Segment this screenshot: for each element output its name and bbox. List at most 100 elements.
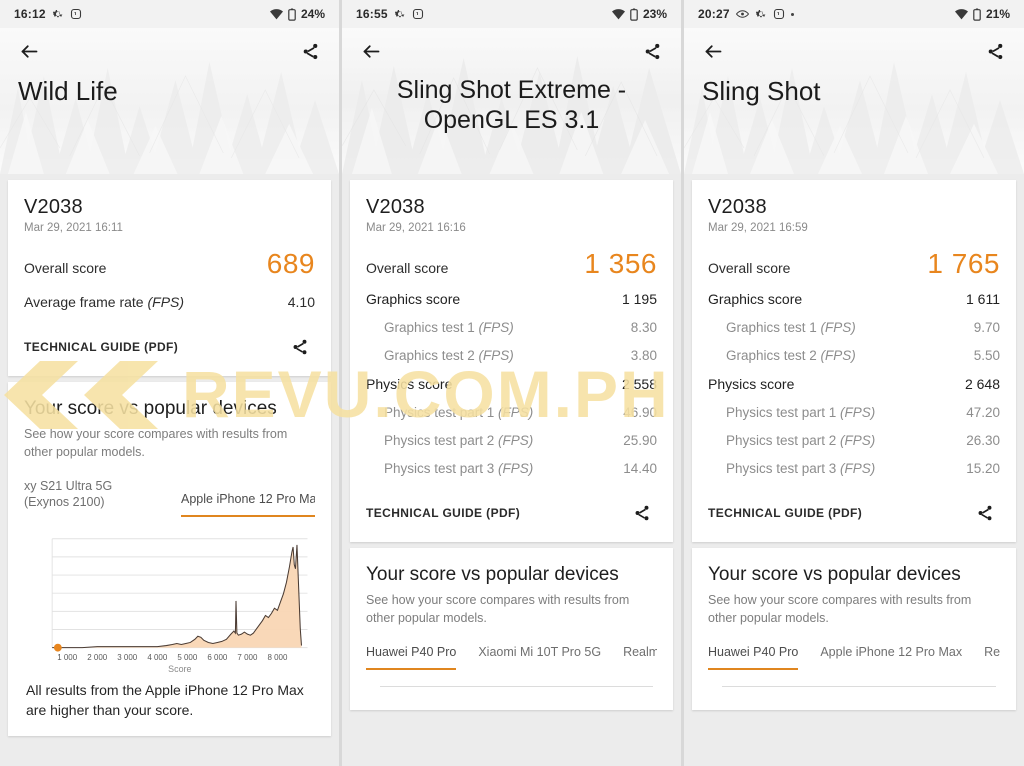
device-tab-realme[interactable]: Realme xyxy=(623,645,657,670)
device-name: V2038 xyxy=(24,196,83,218)
score-row-overall: Overall score 689 xyxy=(24,250,315,278)
share-icon[interactable] xyxy=(627,498,657,528)
score-value: 4.10 xyxy=(287,294,315,310)
device-tab-huawei[interactable]: Huawei P40 Pro xyxy=(366,645,457,670)
device-name: V2038 xyxy=(708,196,767,218)
status-bar: 16:55 23% xyxy=(342,0,681,28)
device-tabs: xy S21 Ultra 5G (Exynos 2100) Apple iPho… xyxy=(24,479,315,517)
battery-level: 23% xyxy=(642,7,667,21)
compare-subtitle: See how your score compares with results… xyxy=(366,593,630,626)
device-tab-iphone[interactable]: Apple iPhone 12 Pro Max xyxy=(181,492,315,517)
score-value: 9.70 xyxy=(973,320,1000,335)
score-value: 8.30 xyxy=(630,320,657,335)
score-row-physics-part-3: Physics test part 3 (FPS) 15.20 xyxy=(708,461,1000,476)
score-row-fps: Average frame rate (FPS) 4.10 xyxy=(24,294,315,310)
score-value: 5.50 xyxy=(973,348,1000,363)
back-arrow-icon[interactable] xyxy=(698,36,728,66)
gear-icon xyxy=(755,8,767,20)
battery-icon xyxy=(630,8,638,21)
score-row-overall: Overall score 1 356 xyxy=(366,250,657,278)
compare-subtitle: See how your score compares with results… xyxy=(24,427,288,460)
score-label: Graphics test 2 (FPS) xyxy=(384,348,514,363)
score-row-physics-part-1: Physics test part 1 (FPS) 47.20 xyxy=(708,405,1000,420)
svg-text:5 000: 5 000 xyxy=(177,652,198,661)
score-value: 46.90 xyxy=(623,405,657,420)
score-row-physics-part-3: Physics test part 3 (FPS) 14.40 xyxy=(366,461,657,476)
device-tabs: Huawei P40 Pro Apple iPhone 12 Pro Max R… xyxy=(708,645,1000,670)
result-timestamp: Mar 29, 2021 16:11 xyxy=(24,222,123,234)
svg-text:4 000: 4 000 xyxy=(147,652,168,661)
hero-header: Sling Shot xyxy=(684,28,1024,174)
device-tab-iphone[interactable]: Apple iPhone 12 Pro Max xyxy=(820,645,962,670)
score-value: 1 356 xyxy=(584,248,657,279)
technical-guide-link[interactable]: TECHNICAL GUIDE (PDF) xyxy=(366,506,520,520)
score-label: Physics test part 1 (FPS) xyxy=(726,405,876,420)
compare-title: Your score vs popular devices xyxy=(24,398,277,419)
share-icon[interactable] xyxy=(970,498,1000,528)
score-distribution-chart-partial xyxy=(722,685,996,700)
score-value: 14.40 xyxy=(623,461,657,476)
result-card: V2038 Mar 29, 2021 16:59 Overall score 1… xyxy=(692,180,1016,542)
score-value: 15.20 xyxy=(966,461,1000,476)
hero-header: Sling Shot Extreme - OpenGL ES 3.1 xyxy=(342,28,681,174)
result-card: V2038 Mar 29, 2021 16:11 Overall score 6… xyxy=(8,180,331,376)
score-label: Physics test part 2 (FPS) xyxy=(726,433,876,448)
result-timestamp: Mar 29, 2021 16:16 xyxy=(366,222,466,234)
score-value: 26.30 xyxy=(966,433,1000,448)
technical-guide-link[interactable]: TECHNICAL GUIDE (PDF) xyxy=(24,340,178,354)
dot-icon xyxy=(790,12,794,16)
three-panel-screenshot: 16:12 24% Wild Life V2038 Mar 29, 2021 1… xyxy=(0,0,1024,766)
device-tab-samsung[interactable]: xy S21 Ultra 5G (Exynos 2100) xyxy=(24,479,159,516)
compare-title: Your score vs popular devices xyxy=(366,564,619,585)
technical-guide-link[interactable]: TECHNICAL GUIDE (PDF) xyxy=(708,506,862,520)
share-icon[interactable] xyxy=(295,36,325,66)
score-row-graphics: Graphics score 1 195 xyxy=(366,291,657,307)
battery-icon xyxy=(973,8,981,21)
score-label: Physics test part 2 (FPS) xyxy=(384,433,534,448)
back-arrow-icon[interactable] xyxy=(356,36,386,66)
wifi-icon xyxy=(269,8,283,20)
share-icon[interactable] xyxy=(980,36,1010,66)
status-bar: 20:27 21% xyxy=(684,0,1024,28)
score-value: 689 xyxy=(266,248,315,279)
shield-icon xyxy=(412,8,424,20)
score-value: 2 648 xyxy=(964,376,1000,392)
technical-guide-row: TECHNICAL GUIDE (PDF) xyxy=(708,498,1000,528)
share-icon[interactable] xyxy=(637,36,667,66)
compare-card: Your score vs popular devices See how yo… xyxy=(350,548,673,710)
score-distribution-chart-partial xyxy=(380,685,653,700)
status-bar: 16:12 24% xyxy=(0,0,339,28)
compare-card: Your score vs popular devices See how yo… xyxy=(692,548,1016,710)
score-label: Graphics test 1 (FPS) xyxy=(726,320,856,335)
device-tab-xiaomi[interactable]: Xiaomi Mi 10T Pro 5G xyxy=(478,645,601,670)
wifi-icon xyxy=(611,8,625,20)
chart-caption: All results from the Apple iPhone 12 Pro… xyxy=(26,682,304,718)
score-row-physics-part-1: Physics test part 1 (FPS) 46.90 xyxy=(366,405,657,420)
score-label: Overall score xyxy=(708,260,791,276)
score-row-overall: Overall score 1 765 xyxy=(708,250,1000,278)
score-label: Physics test part 1 (FPS) xyxy=(384,405,534,420)
score-value: 1 195 xyxy=(621,291,657,307)
shield-icon xyxy=(773,8,785,20)
score-label: Graphics score xyxy=(366,291,461,307)
score-row-graphics-test-2: Graphics test 2 (FPS) 5.50 xyxy=(708,348,1000,363)
back-arrow-icon[interactable] xyxy=(14,36,44,66)
compare-subtitle: See how your score compares with results… xyxy=(708,593,972,626)
compare-title: Your score vs popular devices xyxy=(708,564,961,585)
gear-icon xyxy=(52,8,64,20)
score-row-physics: Physics score 2 558 xyxy=(366,376,657,392)
device-tab-huawei[interactable]: Huawei P40 Pro xyxy=(708,645,799,670)
status-time: 16:12 xyxy=(14,7,46,21)
score-value: 25.90 xyxy=(623,433,657,448)
technical-guide-row: TECHNICAL GUIDE (PDF) xyxy=(366,498,657,528)
battery-level: 24% xyxy=(300,7,325,21)
svg-text:1 000: 1 000 xyxy=(57,652,78,661)
panel-sling-shot-extreme: 16:55 23% Sling Shot Extreme - OpenGL ES… xyxy=(342,0,681,766)
svg-text:7 000: 7 000 xyxy=(237,652,258,661)
score-row-graphics: Graphics score 1 611 xyxy=(708,291,1000,307)
device-tab-realme[interactable]: Rea xyxy=(984,645,1000,670)
svg-text:2 000: 2 000 xyxy=(87,652,108,661)
score-label: Overall score xyxy=(24,260,107,276)
score-value: 1 611 xyxy=(966,291,1000,307)
share-icon[interactable] xyxy=(285,332,315,362)
